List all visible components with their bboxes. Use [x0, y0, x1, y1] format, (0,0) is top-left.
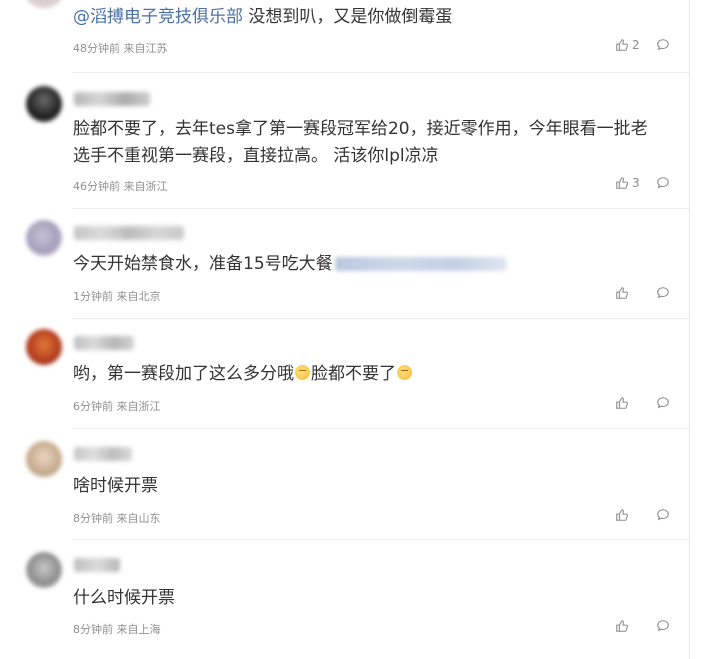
comment-text: 什么时候开票 [73, 588, 175, 608]
comment-bubble-icon[interactable] [656, 508, 670, 522]
comment-item: @滔搏电子竞技俱乐部 没想到叭，又是你做倒霉蛋 48分钟前 来自江苏 2 [0, 0, 690, 73]
comment-location: 来自浙江 [116, 400, 161, 413]
username[interactable] [74, 447, 132, 461]
avatar[interactable] [26, 329, 62, 365]
username[interactable] [74, 558, 120, 572]
comment-meta: 46分钟前 来自浙江 [73, 178, 168, 194]
thumbs-up-icon [616, 397, 629, 409]
comment-item: 哟，第一赛段加了这么多分哦 脸都不要了 6分钟前 来自浙江 [0, 319, 690, 429]
comment-meta: 8分钟前 来自上海 [73, 621, 161, 637]
thumbs-up-icon [616, 39, 629, 51]
comment-bubble-icon[interactable] [656, 286, 670, 300]
like-button[interactable] [615, 619, 640, 633]
emoji-icon [295, 365, 310, 380]
like-button[interactable] [615, 508, 640, 522]
username[interactable] [74, 226, 184, 240]
comment-bubble-icon[interactable] [656, 176, 670, 190]
avatar[interactable] [26, 220, 62, 256]
like-count: 3 [632, 176, 640, 190]
blurred-link[interactable] [334, 257, 507, 271]
comment-time: 48分钟前 [73, 42, 120, 55]
comment-time: 8分钟前 [73, 512, 113, 525]
comment-item: 脸都不要了，去年tes拿了第一赛段冠军给20，接近零作用，今年眼看一批老 选手不… [0, 73, 690, 209]
thumbs-up-icon [616, 177, 629, 189]
comment-list: @滔搏电子竞技俱乐部 没想到叭，又是你做倒霉蛋 48分钟前 来自江苏 2 脸都不… [0, 0, 690, 659]
comment-item: 什么时候开票 8分钟前 来自上海 [0, 540, 690, 659]
thumbs-up-icon [616, 287, 629, 299]
comment-meta: 48分钟前 来自江苏 [73, 40, 168, 56]
comment-text-line2: 选手不重视第一赛段，直接拉高。 活该你lpl凉凉 [73, 146, 439, 166]
comment-text: 啥时候开票 [73, 476, 158, 496]
username[interactable] [74, 336, 134, 350]
comment-location: 来自浙江 [123, 180, 168, 193]
like-count: 2 [632, 38, 640, 52]
comment-time: 1分钟前 [73, 290, 113, 303]
avatar[interactable] [26, 86, 62, 122]
avatar[interactable] [26, 552, 62, 588]
like-button[interactable] [615, 396, 640, 410]
comment-bubble-icon[interactable] [656, 619, 670, 633]
thumbs-up-icon [616, 509, 629, 521]
comment-time: 8分钟前 [73, 623, 113, 636]
comment-location: 来自山东 [116, 512, 161, 525]
comment-meta: 1分钟前 来自北京 [73, 288, 161, 304]
comment-text: 今天开始禁食水，准备15号吃大餐 [73, 251, 670, 278]
comment-text: @滔搏电子竞技俱乐部 没想到叭，又是你做倒霉蛋 [73, 7, 453, 27]
like-button[interactable]: 2 [615, 38, 640, 52]
mention-link[interactable]: @滔搏电子竞技俱乐部 [73, 7, 243, 27]
comment-bubble-icon[interactable] [656, 38, 670, 52]
comment-time: 6分钟前 [73, 400, 113, 413]
comment-bubble-icon[interactable] [656, 396, 670, 410]
like-button[interactable]: 3 [615, 176, 640, 190]
thumbs-up-icon [616, 620, 629, 632]
comment-time: 46分钟前 [73, 180, 120, 193]
comment-item: 今天开始禁食水，准备15号吃大餐 1分钟前 来自北京 [0, 209, 690, 319]
comment-meta: 6分钟前 来自浙江 [73, 398, 161, 414]
emoji-icon [397, 365, 412, 380]
like-button[interactable] [615, 286, 640, 300]
comment-text: 脸都不要了，去年tes拿了第一赛段冠军给20，接近零作用，今年眼看一批老 [73, 119, 648, 139]
username[interactable] [74, 92, 150, 106]
comment-location: 来自上海 [116, 623, 161, 636]
comment-item: 啥时候开票 8分钟前 来自山东 [0, 429, 690, 540]
avatar[interactable] [26, 441, 62, 477]
comment-meta: 8分钟前 来自山东 [73, 510, 161, 526]
comment-text: 哟，第一赛段加了这么多分哦 脸都不要了 [73, 361, 670, 388]
comment-location: 来自北京 [116, 290, 161, 303]
comment-location: 来自江苏 [123, 42, 168, 55]
avatar[interactable] [26, 0, 62, 8]
